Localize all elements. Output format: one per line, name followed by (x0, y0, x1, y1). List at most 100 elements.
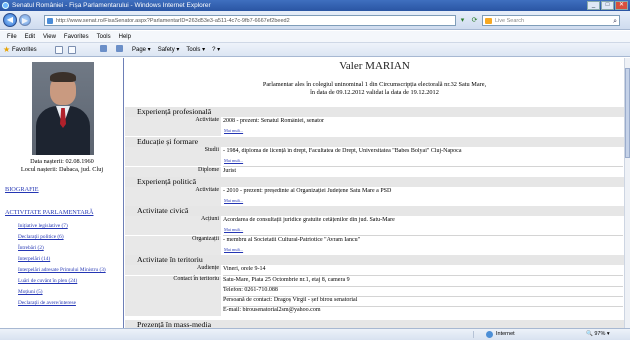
help-menu-label: ? ▾ (212, 47, 221, 53)
favorites-button[interactable]: ★ Favorites (3, 45, 37, 55)
row-value: Satu-Mare, Piata 25 Octombrie nr.1, etaj… (223, 277, 350, 283)
scrollbar-thumb[interactable] (625, 68, 630, 158)
row-divider (223, 275, 623, 276)
refresh-icon[interactable]: ⟳ (470, 15, 479, 26)
row-value: - membru al Societatii Cultural-Patrioti… (223, 237, 361, 243)
ie-logo-icon (2, 2, 9, 9)
window-controls: _ □ ✕ (587, 1, 628, 10)
forward-arrow-icon[interactable]: ▶ (19, 14, 31, 26)
photo-hair (50, 72, 76, 82)
menu-help[interactable]: Help (115, 31, 135, 42)
row-value: E-mail: birousenatorial2sm@yahoo.com (223, 307, 321, 313)
live-search-icon (485, 18, 492, 24)
add-favorite-icon[interactable] (55, 46, 63, 54)
menu-favorites[interactable]: Favorites (60, 31, 93, 42)
section-civic-activity: Activitate civică (125, 206, 624, 216)
row-value: Jurist (223, 168, 237, 174)
back-arrow-icon[interactable]: ◀ (3, 13, 17, 27)
dropdown-icon[interactable]: ▾ (458, 15, 467, 26)
address-toolbar: ◀ ▶ http://www.senat.ro/FisaSenator.aspx… (0, 11, 630, 30)
more-link[interactable]: Mai mult... (224, 227, 243, 232)
home-button[interactable] (100, 45, 109, 55)
row-value: Telefon: 0261-710.088 (223, 287, 278, 293)
search-placeholder: Live Search (495, 18, 525, 24)
senator-name: Valer MARIAN (339, 60, 410, 72)
row-value: Acordarea de consultații juridice gratui… (223, 217, 395, 223)
favorites-label: Favorites (12, 47, 37, 53)
help-menu[interactable]: ? ▾ (212, 45, 220, 55)
menu-edit[interactable]: Edit (21, 31, 39, 42)
star-icon: ★ (3, 45, 11, 54)
status-bar: Internet 🔍 97% ▾ (0, 328, 630, 340)
row-value: - 1984, diploma de licență în drept, Fac… (223, 148, 462, 154)
safety-menu-label: Safety ▾ (157, 47, 180, 53)
zoom-control[interactable]: 🔍 97% ▾ (586, 329, 610, 340)
vertical-scrollbar[interactable] (624, 58, 630, 328)
maximize-button[interactable]: □ (601, 1, 614, 10)
page-content: Data nașterii: 02.08.1960 Locul nașterii… (0, 58, 624, 328)
activity-item[interactable]: Declarații de avere/interese (18, 300, 76, 306)
biography-link[interactable]: BIOGRAFIE (5, 186, 39, 193)
section-professional-experience: Experiență profesională (125, 107, 624, 117)
security-zone[interactable]: Internet (484, 329, 515, 340)
activity-item[interactable]: Moțiuni (5) (18, 289, 43, 295)
address-text: http://www.senat.ro/FisaSenator.aspx?Par… (56, 18, 290, 24)
birth-date: Data nașterii: 02.08.1960 (30, 158, 94, 165)
more-link[interactable]: Mai mult... (224, 198, 243, 203)
row-value: - 2010 - prezent: președinte al Organiza… (223, 188, 392, 194)
menu-bar: File Edit View Favorites Tools Help (0, 31, 630, 43)
page-menu-label: Page ▾ (132, 47, 151, 53)
address-input[interactable]: http://www.senat.ro/FisaSenator.aspx?Par… (44, 15, 456, 26)
command-buttons: Page ▾ Safety ▾ Tools ▾ ? ▾ (100, 45, 220, 55)
row-value: Vineri, orele 9-14 (223, 266, 266, 272)
print-icon (116, 45, 123, 52)
globe-icon (486, 331, 493, 338)
activity-item[interactable]: Întrebări (2) (18, 245, 44, 251)
row-value: 2008 - prezent: Senatul României, senato… (223, 118, 324, 124)
menu-view[interactable]: View (39, 31, 60, 42)
row-label: Activitate (125, 117, 221, 136)
search-icon[interactable]: ⌕ (613, 17, 617, 27)
section-media-presence: Prezență în mass-media (125, 320, 624, 328)
zone-label: Internet (496, 331, 515, 337)
activity-item[interactable]: Declarații politice (6) (18, 234, 64, 240)
more-link[interactable]: Mai mult... (224, 128, 243, 133)
status-text-area (4, 331, 474, 338)
window-title: Senatul României - Fișa Parlamentarului … (12, 2, 211, 9)
senator-sidebar: Data nașterii: 02.08.1960 Locul nașterii… (0, 58, 124, 328)
row-label: Audiențe (125, 265, 221, 275)
row-divider (223, 235, 623, 236)
more-link[interactable]: Mai mult... (224, 158, 243, 163)
election-info: Parlamentar ales în colegiul uninominal … (262, 81, 487, 88)
minimize-button[interactable]: _ (587, 1, 600, 10)
activity-item[interactable]: Interpelări adresate Primului Ministru (… (18, 267, 106, 273)
row-label: Activitate (125, 187, 221, 206)
command-bar: ★ Favorites Page ▾ Safety ▾ Tools ▾ ? ▾ (0, 43, 630, 57)
feeds-icon[interactable] (68, 46, 76, 54)
birth-place: Locul nașterii: Dabaca, jud. Cluj (20, 166, 104, 173)
window-title-bar: Senatul României - Fișa Parlamentarului … (0, 0, 630, 11)
tools-menu-label: Tools ▾ (186, 47, 206, 53)
senator-details: Valer MARIAN Parlamentar ales în colegiu… (125, 58, 624, 328)
row-label: Acțiuni (125, 216, 221, 235)
search-input[interactable]: Live Search ⌕ (482, 15, 620, 26)
row-divider (223, 166, 623, 167)
section-territory-activity: Activitate în teritoriu (125, 255, 624, 265)
parliamentary-activity-link[interactable]: ACTIVITATE PARLAMENTARĂ (5, 209, 94, 216)
print-button[interactable] (116, 45, 125, 55)
more-link[interactable]: Mai mult... (224, 247, 243, 252)
activity-item[interactable]: Inițiative legislative (7) (18, 223, 68, 229)
activity-item[interactable]: Luări de cuvânt în plen (24) (18, 278, 77, 284)
row-label: Diplome (125, 167, 221, 177)
safety-menu[interactable]: Safety ▾ (158, 45, 180, 55)
row-value: Persoană de contact: Dragoș Virgil - șef… (223, 297, 358, 303)
menu-file[interactable]: File (3, 31, 21, 42)
activity-item[interactable]: Interpelări (14) (18, 256, 50, 262)
close-button[interactable]: ✕ (615, 1, 628, 10)
senator-photo (32, 62, 94, 155)
section-education: Educație și formare (125, 137, 624, 147)
tools-menu[interactable]: Tools ▾ (186, 45, 205, 55)
menu-tools[interactable]: Tools (93, 31, 115, 42)
row-label: Studii (125, 147, 221, 166)
page-menu[interactable]: Page ▾ (132, 45, 151, 55)
